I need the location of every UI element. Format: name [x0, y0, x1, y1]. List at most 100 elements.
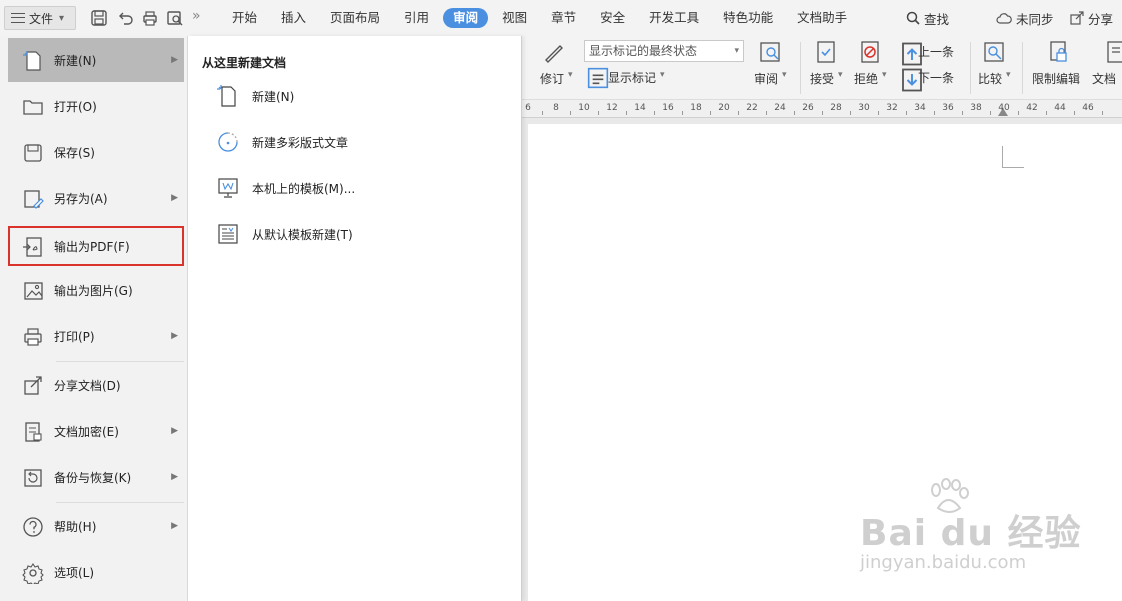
ruler-tick-label: 34: [914, 103, 926, 113]
compare-icon[interactable]: [982, 40, 1006, 64]
tab-review[interactable]: 审阅: [443, 8, 489, 28]
ruler-minor-tick: [766, 111, 767, 115]
submenu-arrow-icon: ▶: [171, 472, 178, 482]
print-preview-icon[interactable]: [166, 9, 184, 27]
tab-doc-assistant[interactable]: 文档助手: [785, 8, 859, 28]
reject-button[interactable]: 拒绝: [854, 70, 878, 87]
chevron-down-icon: ▾: [59, 12, 65, 24]
file-menu-button[interactable]: 文件 ▾: [4, 6, 76, 30]
previous-icon: [900, 42, 922, 66]
help-icon: [22, 516, 44, 538]
sync-button[interactable]: 未同步: [996, 0, 1054, 36]
print-quick-icon[interactable]: [141, 9, 159, 27]
review-pane-icon[interactable]: [758, 40, 782, 64]
ruler-tick-label: 6: [525, 103, 531, 113]
blank-doc-icon: [216, 84, 240, 108]
review-button[interactable]: 审阅: [754, 70, 778, 87]
tab-home[interactable]: 开始: [220, 8, 269, 28]
tab-developer[interactable]: 开发工具: [637, 8, 711, 28]
menu-item-help[interactable]: 帮助(H) ▶: [8, 504, 184, 548]
menu-bar: 文件 ▾ » 开始 插入 页面布局 引用 审阅 视图 章节 安全 开发工具 特色…: [0, 0, 1122, 36]
restrict-edit-icon[interactable]: [1046, 40, 1070, 64]
menu-item-encrypt[interactable]: 文档加密(E) ▶: [8, 409, 184, 453]
colorful-article-icon: [216, 130, 240, 154]
undo-icon[interactable]: [116, 9, 134, 27]
submenu-arrow-icon: ▶: [171, 193, 178, 203]
cloud-icon: [996, 13, 1012, 24]
export-image-icon: [22, 280, 44, 302]
tab-special-features[interactable]: 特色功能: [711, 8, 785, 28]
more-icon[interactable]: »: [192, 8, 210, 26]
chevron-down-icon: ▾: [660, 70, 665, 80]
revise-button[interactable]: 修订: [540, 70, 564, 87]
tab-view[interactable]: 视图: [490, 8, 539, 28]
compare-button[interactable]: 比较: [978, 70, 1002, 87]
ruler-tick-label: 24: [774, 103, 786, 113]
tab-references[interactable]: 引用: [392, 8, 441, 28]
ruler-tick-label: 22: [746, 103, 758, 113]
ruler-minor-tick: [570, 111, 571, 115]
next-icon: [900, 68, 922, 92]
horizontal-ruler[interactable]: 6 8 10 12 14 16 18 20 22 24 26 28 30 32 34 36 38 40 42 44 46: [522, 100, 1122, 118]
doc-button[interactable]: 文档: [1092, 70, 1116, 87]
share-button[interactable]: 分享: [1070, 0, 1113, 36]
submenu-item-label: 从默认模板新建(T): [252, 228, 353, 242]
baidu-watermark: Bai du 经验 jingyan.baidu.com: [860, 478, 1081, 578]
ruler-minor-tick: [794, 111, 795, 115]
accept-button[interactable]: 接受: [810, 70, 834, 87]
next-button[interactable]: 下一条: [918, 69, 954, 86]
menu-item-save[interactable]: 保存(S): [8, 130, 184, 174]
menu-item-export-image[interactable]: 输出为图片(G): [8, 268, 184, 312]
menu-item-label: 输出为图片(G): [54, 283, 133, 298]
export-pdf-icon: [22, 236, 44, 258]
ruler-minor-tick: [822, 111, 823, 115]
menu-item-save-as[interactable]: 另存为(A) ▶: [8, 176, 184, 220]
search-button[interactable]: 查找: [906, 0, 949, 36]
ruler-minor-tick: [906, 111, 907, 115]
ribbon-tabs: 开始 插入 页面布局 引用 审阅 视图 章节 安全 开发工具 特色功能 文档助手: [220, 0, 859, 36]
chevron-down-icon: ▾: [568, 70, 573, 80]
review-ribbon: 修订 ▾ 显示标记的最终状态 ▾ 显示标记 ▾ 审阅 ▾ 接受 ▾ 拒绝 ▾ 上…: [522, 36, 1122, 100]
submenu-item-local-template[interactable]: 本机上的模板(M)...: [198, 168, 498, 208]
submenu-arrow-icon: ▶: [171, 426, 178, 436]
submenu-item-new[interactable]: 新建(N): [198, 76, 498, 116]
doc-icon[interactable]: [1104, 40, 1122, 64]
submenu-item-default-template[interactable]: 从默认模板新建(T): [198, 214, 498, 254]
divider: [1022, 42, 1023, 94]
ruler-tick-label: 40: [998, 103, 1010, 113]
accept-icon[interactable]: [814, 40, 838, 64]
tab-security[interactable]: 安全: [588, 8, 637, 28]
ruler-tick-label: 42: [1026, 103, 1038, 113]
menu-item-export-pdf[interactable]: 输出为PDF(F): [8, 226, 184, 266]
menu-item-new[interactable]: 新建(N) ▶: [8, 38, 184, 82]
ruler-tick-label: 44: [1054, 103, 1066, 113]
display-state-select[interactable]: 显示标记的最终状态 ▾: [584, 40, 744, 62]
restrict-edit-button[interactable]: 限制编辑: [1032, 70, 1080, 87]
submenu-item-label: 新建(N): [252, 90, 295, 104]
menu-item-print[interactable]: 打印(P) ▶: [8, 314, 184, 358]
ruler-minor-tick: [738, 111, 739, 115]
show-marks-button[interactable]: 显示标记: [608, 69, 656, 86]
submenu-item-colorful-article[interactable]: 新建多彩版式文章: [198, 122, 498, 162]
save-quick-icon[interactable]: [90, 9, 108, 27]
menu-item-share-doc[interactable]: 分享文档(D): [8, 363, 184, 407]
menu-item-label: 打印(P): [54, 329, 95, 344]
wps-writer-window: 文件 ▾ » 开始 插入 页面布局 引用 审阅 视图 章节 安全 开发工具 特色…: [0, 0, 1122, 601]
tab-page-layout[interactable]: 页面布局: [318, 8, 392, 28]
tab-insert[interactable]: 插入: [269, 8, 318, 28]
ruler-minor-tick: [626, 111, 627, 115]
revise-icon[interactable]: [542, 40, 566, 64]
file-menu: 新建(N) ▶ 打开(O) 保存(S) 另存为(A) ▶ 输出为PDF(F) 输…: [0, 36, 188, 601]
ruler-tick-label: 8: [553, 103, 559, 113]
menu-item-open[interactable]: 打开(O): [8, 84, 184, 128]
hamburger-icon: [11, 13, 25, 23]
menu-item-backup[interactable]: 备份与恢复(K) ▶: [8, 455, 184, 499]
submenu-arrow-icon: ▶: [171, 331, 178, 341]
new-document-submenu: 从这里新建文档 新建(N) 新建多彩版式文章 本机上的模板(M)... 从默认模…: [188, 36, 522, 601]
watermark-brand: Bai du 经验: [860, 513, 1082, 554]
previous-button[interactable]: 上一条: [918, 43, 954, 60]
ruler-tick-label: 10: [578, 103, 590, 113]
tab-section[interactable]: 章节: [539, 8, 588, 28]
menu-item-options[interactable]: 选项(L): [8, 550, 184, 594]
reject-icon[interactable]: [858, 40, 882, 64]
